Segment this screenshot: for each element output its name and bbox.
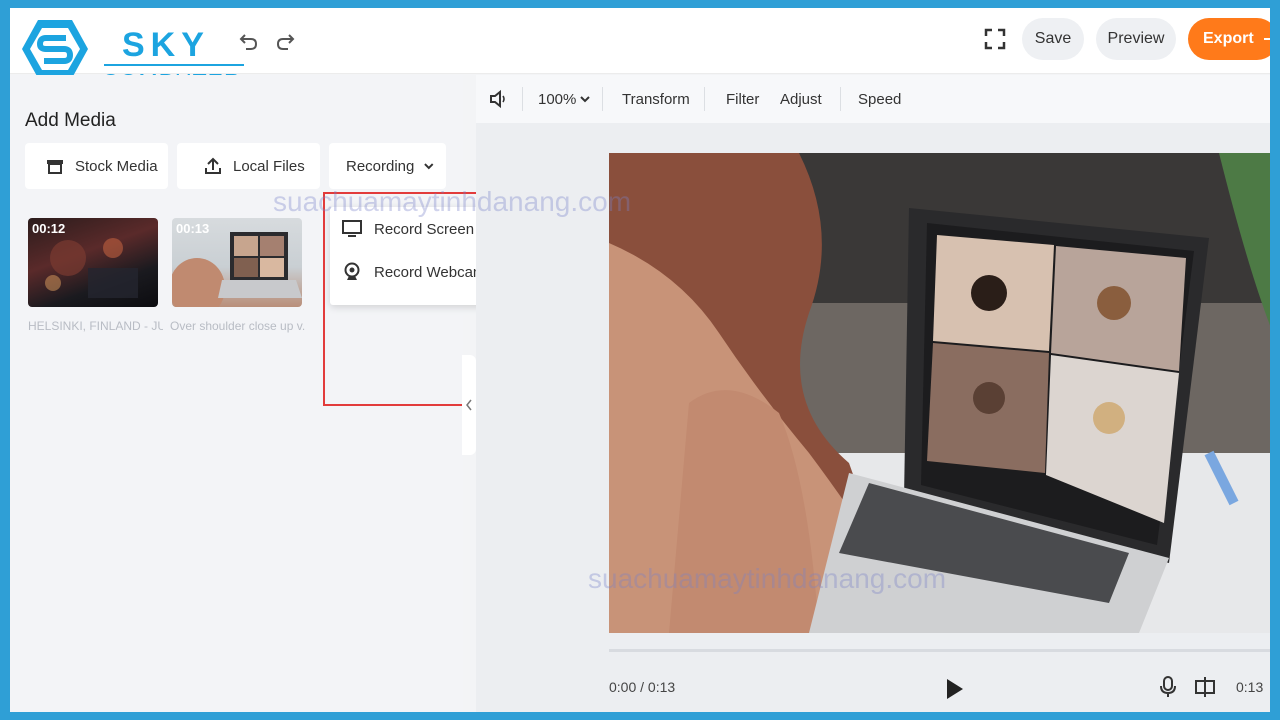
editor-toolbar: 100% Transform Filter Adjust Speed bbox=[476, 75, 1270, 123]
export-button[interactable]: Export bbox=[1188, 18, 1270, 60]
adjust-label: Adjust bbox=[780, 90, 822, 108]
upload-icon bbox=[205, 157, 221, 174]
arrow-right-icon bbox=[1263, 35, 1270, 43]
store-icon bbox=[47, 160, 63, 174]
panel-title: Add Media bbox=[25, 110, 116, 131]
stock-media-label: Stock Media bbox=[75, 157, 158, 175]
media-thumbnail[interactable]: 00:13 bbox=[172, 218, 302, 307]
watermark-text: suachuamaytinhdanang.com bbox=[588, 563, 947, 594]
toolbar-divider bbox=[522, 87, 523, 111]
local-files-label: Local Files bbox=[233, 157, 305, 175]
mic-icon bbox=[1160, 676, 1176, 697]
media-caption: Over shoulder close up v... bbox=[170, 319, 305, 333]
preview-button-label: Preview bbox=[1107, 30, 1165, 47]
media-duration: 00:13 bbox=[176, 221, 210, 236]
collapse-panel-handle[interactable] bbox=[462, 355, 476, 455]
media-caption: HELSINKI, FINLAND - JU... bbox=[28, 319, 163, 333]
app-frame: SKY COMPUTER Save Preview bbox=[10, 8, 1270, 712]
filter-button[interactable]: Filter bbox=[726, 75, 759, 123]
top-bar: SKY COMPUTER Save Preview bbox=[10, 8, 1270, 95]
total-duration: 0:13 bbox=[1236, 679, 1264, 695]
save-button-label: Save bbox=[1034, 30, 1072, 47]
playback-time: 0:00 / 0:13 bbox=[609, 679, 676, 695]
undo-button[interactable] bbox=[238, 30, 260, 52]
volume-icon bbox=[490, 89, 505, 109]
toolbar-divider bbox=[602, 87, 603, 111]
save-button[interactable]: Save bbox=[1022, 18, 1084, 60]
fullscreen-button[interactable] bbox=[984, 28, 1006, 50]
transform-button[interactable]: Transform bbox=[622, 75, 690, 123]
redo-button[interactable] bbox=[274, 30, 296, 52]
media-duration: 00:12 bbox=[32, 221, 66, 236]
split-button[interactable] bbox=[1194, 675, 1216, 704]
recording-dropdown-button[interactable]: Recording bbox=[329, 143, 446, 189]
redo-icon bbox=[276, 34, 295, 50]
watermark-text: suachuamaytinhdanang.com bbox=[273, 186, 632, 217]
filter-label: Filter bbox=[726, 90, 760, 108]
undo-icon bbox=[239, 34, 258, 50]
zoom-value: 100% bbox=[538, 90, 577, 108]
media-thumbnail[interactable]: 00:12 bbox=[28, 218, 158, 307]
speed-button[interactable]: Speed bbox=[858, 75, 901, 123]
recording-label: Recording bbox=[346, 157, 415, 175]
export-button-label: Export bbox=[1203, 30, 1254, 47]
toolbar-divider bbox=[704, 87, 705, 111]
video-preview[interactable] bbox=[609, 153, 1270, 633]
zoom-select[interactable]: 100% bbox=[538, 75, 591, 123]
speed-label: Speed bbox=[858, 90, 902, 108]
split-icon bbox=[1195, 677, 1215, 697]
microphone-button[interactable] bbox=[1158, 675, 1178, 704]
chevron-left-icon bbox=[466, 399, 472, 411]
volume-button[interactable] bbox=[488, 75, 508, 123]
play-button[interactable] bbox=[943, 677, 965, 706]
preview-button[interactable]: Preview bbox=[1096, 18, 1176, 60]
video-frame-scene bbox=[609, 153, 1270, 633]
toolbar-divider bbox=[840, 87, 841, 111]
editor-area: 100% Transform Filter Adjust Speed 0:00 … bbox=[476, 75, 1270, 712]
playback-progress-bar[interactable] bbox=[609, 649, 1270, 652]
logo-divider bbox=[104, 64, 244, 66]
play-icon bbox=[947, 679, 963, 699]
adjust-button[interactable]: Adjust bbox=[780, 75, 822, 123]
media-panel: Add Media Stock Media Local Files Record… bbox=[10, 75, 512, 712]
logo-mark-icon bbox=[22, 20, 88, 78]
chevron-down-icon bbox=[424, 163, 434, 170]
transform-label: Transform bbox=[622, 90, 690, 108]
stock-media-button[interactable]: Stock Media bbox=[25, 143, 168, 189]
fullscreen-icon bbox=[984, 28, 1006, 50]
chevron-down-icon bbox=[580, 96, 591, 103]
local-files-button[interactable]: Local Files bbox=[177, 143, 320, 189]
logo-text-sky: SKY bbox=[122, 26, 210, 64]
